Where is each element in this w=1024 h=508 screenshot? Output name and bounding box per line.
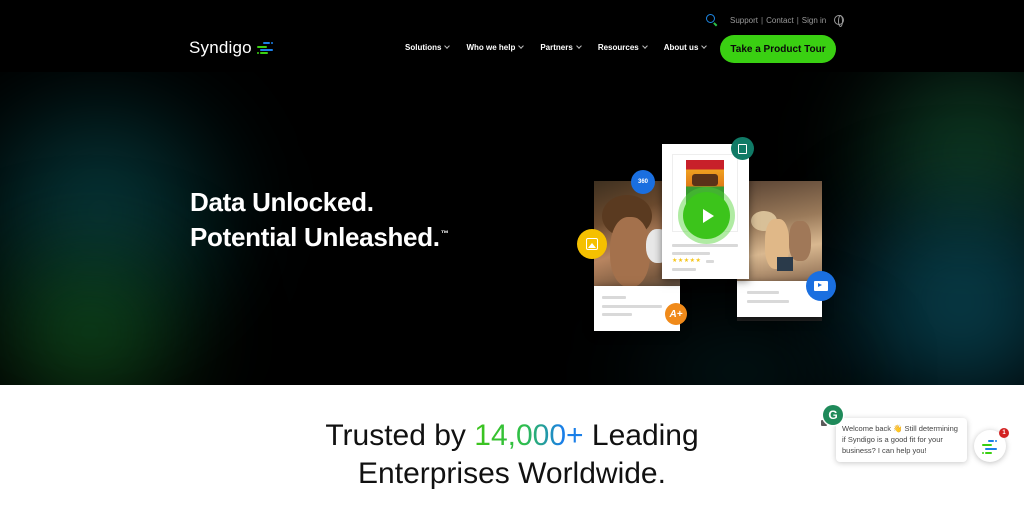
main-nav: Solutions Who we help Partners Resources… [405, 43, 708, 52]
chat-message-text: Welcome back 👋 Still determining if Synd… [842, 424, 958, 455]
nav-solutions[interactable]: Solutions [405, 43, 451, 52]
chevron-down-icon [444, 43, 451, 49]
hero-line-2: Potential Unleashed. [190, 222, 440, 252]
hero-line-1: Data Unlocked. [190, 187, 374, 217]
notification-badge: 1 [999, 428, 1009, 438]
utility-links: Support | Contact | Sign in [730, 16, 826, 25]
hero-section: Data Unlocked. Potential Unleashed.™ ★★★… [0, 72, 1024, 385]
placeholder-line [747, 291, 779, 294]
hero-headline: Data Unlocked. Potential Unleashed.™ [190, 185, 449, 255]
chevron-down-icon [575, 43, 582, 49]
placeholder-line [747, 300, 789, 303]
contact-link[interactable]: Contact [766, 16, 794, 25]
logo[interactable]: Syndigo [189, 38, 273, 58]
chat-agent-avatar: G [823, 405, 843, 425]
customer-count: 14,000+ [474, 419, 584, 452]
placeholder-line [706, 260, 714, 263]
chevron-down-icon [641, 43, 648, 49]
edit-document-icon [731, 137, 754, 160]
search-icon[interactable] [706, 14, 718, 26]
globe-icon[interactable] [834, 15, 845, 27]
product-tour-button[interactable]: Take a Product Tour [720, 35, 836, 63]
support-link[interactable]: Support [730, 16, 758, 25]
placeholder-line [672, 268, 696, 271]
separator: | [796, 15, 799, 25]
placeholder-line [602, 313, 632, 316]
a-plus-content-icon: A+ [665, 303, 687, 325]
chat-message-bubble[interactable]: Welcome back 👋 Still determining if Synd… [836, 418, 967, 462]
logo-wordmark: Syndigo [189, 38, 252, 57]
sign-in-link[interactable]: Sign in [802, 16, 826, 25]
nav-label: Solutions [405, 43, 442, 52]
nav-label: About us [663, 43, 699, 52]
nav-label: Partners [540, 43, 573, 52]
nav-about-us[interactable]: About us [663, 43, 708, 52]
utility-bar: Support | Contact | Sign in [706, 14, 845, 27]
placeholder-line [672, 252, 710, 255]
separator: | [761, 15, 764, 25]
rating-stars: ★★★★★ [672, 258, 702, 264]
nav-who-we-help[interactable]: Who we help [466, 43, 525, 52]
placeholder-line [602, 296, 626, 299]
nav-label: Resources [597, 43, 639, 52]
360-view-icon: 360 [631, 170, 655, 194]
nav-partners[interactable]: Partners [540, 43, 582, 52]
placeholder-line [672, 244, 738, 247]
chevron-down-icon [518, 43, 525, 49]
placeholder-line [602, 305, 662, 308]
chevron-down-icon [701, 43, 708, 49]
image-icon [577, 229, 607, 259]
video-card-icon [806, 271, 836, 301]
nav-label: Who we help [466, 43, 516, 52]
trusted-suffix: Leading [591, 419, 699, 452]
trademark: ™ [440, 229, 449, 238]
logo-mark-icon [256, 42, 273, 54]
play-video-button[interactable] [683, 192, 730, 239]
nav-resources[interactable]: Resources [597, 43, 648, 52]
trusted-prefix: Trusted by [325, 419, 466, 452]
site-header: Support | Contact | Sign in Syndigo Solu… [0, 0, 1024, 72]
